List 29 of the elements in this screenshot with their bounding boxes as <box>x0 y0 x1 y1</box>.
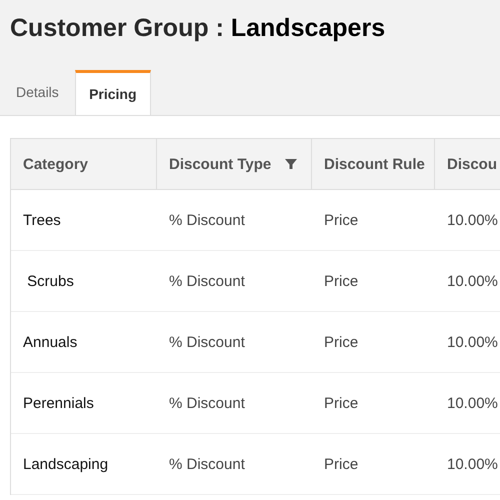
table-cell-text: % Discount <box>168 210 246 230</box>
table-cell-text: 10.00% <box>446 210 499 230</box>
table-cell-text: Trees <box>22 210 62 230</box>
table-cell-text: % Discount <box>168 394 246 414</box>
table-cell-text: Price <box>323 272 360 292</box>
filter-icon[interactable] <box>285 158 297 170</box>
tab[interactable]: Pricing <box>74 70 151 115</box>
table-cell-text: Price <box>323 210 360 230</box>
table-cell-text: % Discount <box>168 272 246 292</box>
column-header[interactable]: Discou <box>435 139 500 189</box>
table-cell-text: Price <box>323 394 360 414</box>
table-cell-text: 10.00% <box>446 394 499 414</box>
table-cell-text: 10.00% <box>446 332 499 352</box>
tab[interactable]: Details <box>0 70 75 114</box>
column-header[interactable]: Category <box>11 139 157 189</box>
table-cell-text: Perennials <box>22 394 95 414</box>
column-header[interactable]: Discount Type <box>157 139 312 189</box>
table-cell-text: Annuals <box>22 332 78 352</box>
table-cell-text: Price <box>323 454 360 474</box>
column-header[interactable]: Discount Rule <box>312 139 435 189</box>
table-cell-text: Landscaping <box>22 454 110 474</box>
table-cell-text: 10.00% <box>446 454 499 474</box>
table-cell-text: 10.00% <box>446 272 499 292</box>
table-cell-text: Price <box>323 332 360 352</box>
page-title-label: Customer Group : <box>10 14 224 42</box>
table-cell-text: Scrubs <box>26 272 75 292</box>
page-title-name: Landscapers <box>230 14 386 42</box>
table-cell-text: % Discount <box>168 454 246 474</box>
table-cell-text: % Discount <box>168 332 246 352</box>
